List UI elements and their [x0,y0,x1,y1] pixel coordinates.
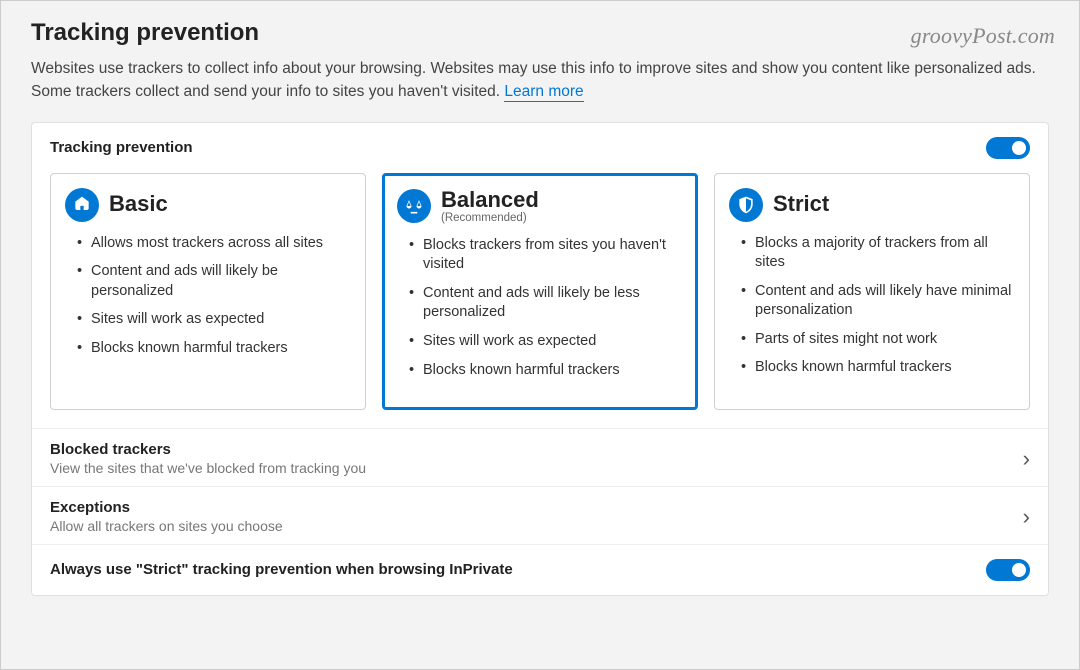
panel-header: Tracking prevention [32,123,1048,167]
blocked-trackers-row[interactable]: Blocked trackers View the sites that we'… [32,428,1048,486]
card-balanced[interactable]: Balanced (Recommended) Blocks trackers f… [382,173,698,411]
strict-icon [729,188,763,222]
card-balanced-header: Balanced (Recommended) [397,188,683,224]
blocked-trackers-desc: View the sites that we've blocked from t… [50,460,366,476]
tracking-level-cards: Basic Allows most trackers across all si… [32,167,1048,429]
balanced-icon [397,189,431,223]
list-item: Blocks known harmful trackers [409,361,683,381]
list-item: Allows most trackers across all sites [77,234,351,254]
card-basic-header: Basic [65,188,351,222]
blocked-trackers-title: Blocked trackers [50,441,366,458]
card-balanced-subtitle: (Recommended) [441,212,539,224]
chevron-right-icon: › [1023,504,1030,530]
list-item: Content and ads will likely have minimal… [741,282,1015,321]
exceptions-row[interactable]: Exceptions Allow all trackers on sites y… [32,486,1048,544]
list-item: Sites will work as expected [409,332,683,352]
card-basic-list: Allows most trackers across all sites Co… [65,234,351,359]
card-basic-title: Basic [109,192,168,216]
list-item: Sites will work as expected [77,310,351,330]
card-basic[interactable]: Basic Allows most trackers across all si… [50,173,366,411]
card-strict-title: Strict [773,192,829,216]
panel-header-title: Tracking prevention [50,139,193,156]
card-balanced-list: Blocks trackers from sites you haven't v… [397,236,683,380]
inprivate-strict-title: Always use "Strict" tracking prevention … [50,561,513,578]
list-item: Content and ads will likely be personali… [77,262,351,301]
list-item: Parts of sites might not work [741,330,1015,350]
chevron-right-icon: › [1023,446,1030,472]
card-balanced-title: Balanced [441,188,539,212]
inprivate-strict-toggle[interactable] [986,559,1030,581]
settings-page: Tracking prevention Websites use tracker… [1,1,1079,596]
list-item: Blocks known harmful trackers [741,358,1015,378]
inprivate-strict-row: Always use "Strict" tracking prevention … [32,544,1048,595]
list-item: Blocks trackers from sites you haven't v… [409,236,683,275]
card-strict-list: Blocks a majority of trackers from all s… [729,234,1015,378]
card-strict-header: Strict [729,188,1015,222]
list-item: Content and ads will likely be less pers… [409,284,683,323]
exceptions-desc: Allow all trackers on sites you choose [50,518,283,534]
card-strict[interactable]: Strict Blocks a majority of trackers fro… [714,173,1030,411]
watermark-text: groovyPost.com [911,23,1055,49]
tracking-prevention-panel: Tracking prevention Basic Allows most tr… [31,122,1049,597]
basic-icon [65,188,99,222]
list-item: Blocks a majority of trackers from all s… [741,234,1015,273]
page-description: Websites use trackers to collect info ab… [31,57,1049,104]
learn-more-link[interactable]: Learn more [504,83,583,102]
page-title: Tracking prevention [31,19,1049,47]
exceptions-title: Exceptions [50,499,283,516]
tracking-prevention-toggle[interactable] [986,137,1030,159]
list-item: Blocks known harmful trackers [77,339,351,359]
